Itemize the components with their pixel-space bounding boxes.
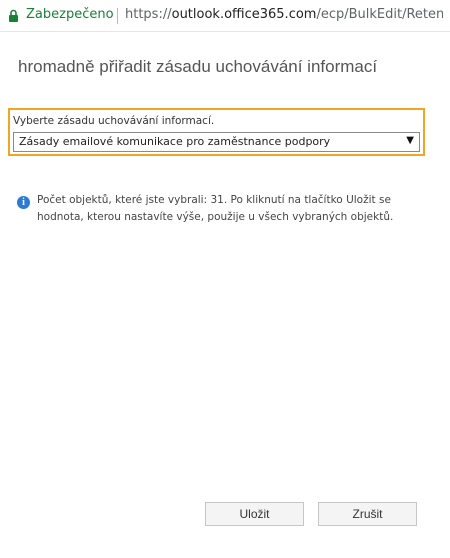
policy-label: Vyberte zásadu uchovávání informací. bbox=[13, 115, 215, 127]
address-divider bbox=[117, 8, 118, 24]
security-status[interactable]: Zabezpečeno bbox=[26, 7, 114, 22]
save-button[interactable]: Uložit bbox=[205, 502, 304, 526]
address-bar[interactable]: Zabezpečeno https://outlook.office365.co… bbox=[0, 0, 450, 32]
url-scheme: https:// bbox=[125, 7, 172, 22]
page-title: hromadně přiřadit zásadu uchovávání info… bbox=[18, 57, 378, 76]
lock-icon bbox=[9, 9, 18, 22]
url-path: /ecp/BulkEdit/Reten... bbox=[316, 7, 443, 22]
url-text[interactable]: https://outlook.office365.com/ecp/BulkEd… bbox=[125, 7, 443, 22]
policy-dropdown-value: Zásady emailové komunikace pro zaměstnan… bbox=[19, 135, 331, 148]
url-host: outlook.office365.com bbox=[171, 7, 317, 22]
cancel-button[interactable]: Zrušit bbox=[318, 502, 417, 526]
dropdown-arrow-icon: ▼ bbox=[406, 135, 414, 146]
policy-dropdown[interactable]: Zásady emailové komunikace pro zaměstnan… bbox=[13, 132, 420, 152]
info-icon: i bbox=[17, 196, 30, 209]
policy-selection-group: Vyberte zásadu uchovávání informací. Zás… bbox=[8, 108, 425, 156]
info-message: Počet objektů, které jste vybrali: 31. P… bbox=[37, 194, 394, 223]
